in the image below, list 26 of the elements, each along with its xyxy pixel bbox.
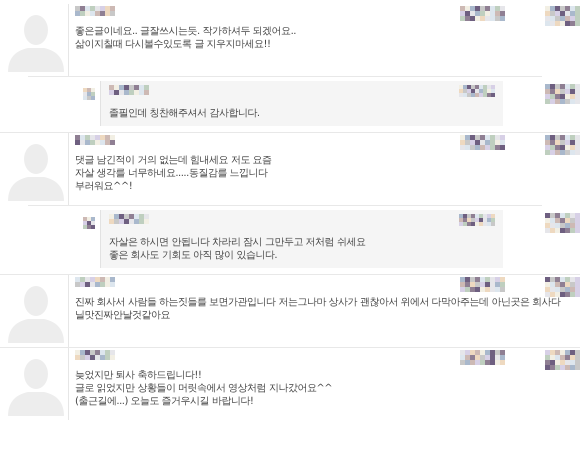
comment-text: 진짜 회사서 사람들 하는짓들를 보면가관입니다 저는그나마 상사가 괜찮아서 위에서 다막아주는데 아닌곳은 회사다 닐맛진짜안날것같아요	[75, 296, 562, 322]
pixelated-icon-drawing	[83, 88, 95, 100]
pixelated-name-drawing	[75, 277, 115, 287]
comment-text: 자살은 하시면 안됩니다 차라리 잠시 그만두고 저처럼 쉬세요 좋은 회사도 기회도 아직 많이 있습니다.	[109, 236, 366, 262]
pixelated-actions-drawing	[545, 350, 580, 370]
pixelated-name-drawing	[75, 6, 115, 16]
pixelated-actions-drawing	[545, 277, 580, 297]
pixelated-name-drawing	[75, 135, 115, 145]
comment-text: 댓글 남긴적이 거의 없는데 힘내세요 저도 요즘 자살 생각를 너무하네요.....동질감를 느낍니다 부러워요^^!	[75, 154, 273, 193]
pixelated-date-drawing	[459, 85, 495, 97]
pixelated-name-drawing	[75, 350, 115, 360]
pixelated-icon-drawing	[83, 216, 95, 229]
pixelated-date-drawing	[460, 6, 505, 21]
pixelated-name-drawing	[109, 214, 149, 224]
pixelated-actions-drawing	[545, 6, 580, 26]
comment-text: 졸필인데 칭찬해주셔서 감사합니다.	[109, 107, 261, 120]
pixelated-name-drawing	[109, 85, 149, 95]
comment-text: 늦었지만 퇴사 축하드립니다!! 글로 읽었지만 상황들이 머릿속에서 영상처럼 지나갔어요^^ (출근길에...) 오늘도 즐거우시길 바랍니다!	[75, 369, 334, 408]
pixelated-date-drawing	[459, 214, 495, 226]
pixelated-date-drawing	[460, 350, 505, 365]
pixelated-date-drawing	[460, 135, 505, 150]
comment-text: 좋은글이네요.. 글잘쓰시는듯. 작가하셔두 되겠어요.. 삶이지칠때 다시볼수있도록 글 지우지마세요!!	[75, 25, 297, 51]
pixelated-actions-drawing	[545, 212, 580, 233]
pixelated-actions-drawing	[545, 135, 580, 155]
pixelated-actions-drawing	[545, 84, 580, 104]
pixelated-date-drawing	[460, 277, 505, 292]
